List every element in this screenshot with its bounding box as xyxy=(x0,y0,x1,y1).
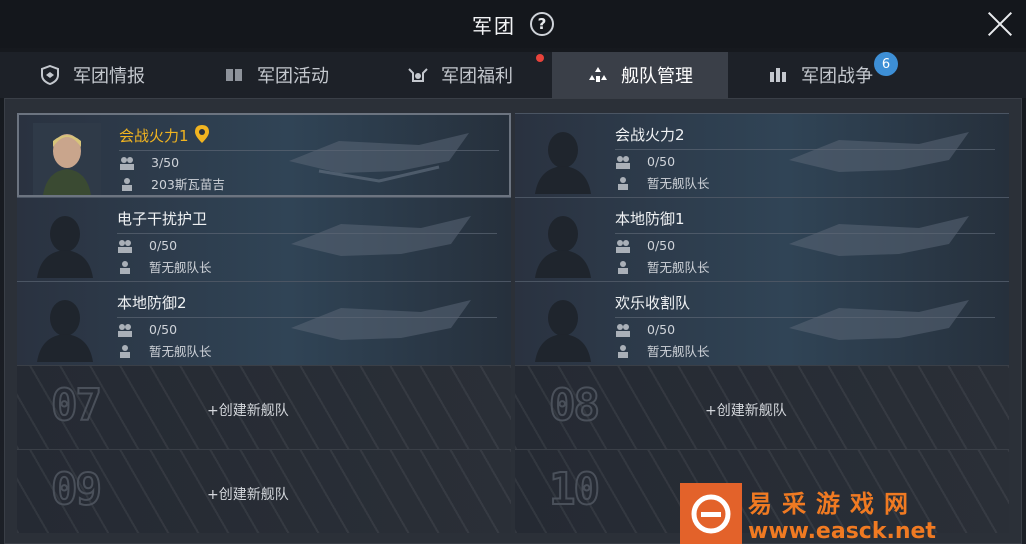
member-count: 0/50 xyxy=(615,154,675,169)
leader-icon xyxy=(122,177,132,191)
avatar-placeholder xyxy=(37,216,93,278)
empty-fleet-slot[interactable]: 08 +创建新舰队 xyxy=(515,365,1009,449)
create-fleet-button[interactable]: +创建新舰队 xyxy=(207,400,289,420)
legion-screen: 军团 ? 军团情报 军团活动 军团福利 舰队管理 军团战争 6 会战火力1 3/… xyxy=(0,0,1026,544)
slot-number: 07 xyxy=(50,379,103,432)
ship-illustration xyxy=(289,133,469,183)
tab-legion-war[interactable]: 军团战争 6 xyxy=(728,52,912,98)
create-fleet-button[interactable]: +创建新舰队 xyxy=(207,484,289,504)
avatar-placeholder xyxy=(535,132,591,194)
title-bar: 军团 ? xyxy=(0,0,1026,48)
watermark-logo-icon xyxy=(680,483,742,544)
fleet-name: 会战火力1 xyxy=(119,127,189,145)
fleet-name: 电子干扰护卫 xyxy=(117,210,208,228)
fleet-leader: 暂无舰队长 xyxy=(117,257,212,276)
fleet-panel: 会战火力1 3/50 203斯瓦苗吉 会战火力2 0/50 暂无舰队长 电子干扰… xyxy=(4,98,1022,544)
fleet-leader: 暂无舰队长 xyxy=(615,257,710,276)
gift-icon xyxy=(407,65,429,85)
tab-label: 军团情报 xyxy=(73,66,145,87)
help-button[interactable]: ? xyxy=(530,12,554,36)
ship-illustration xyxy=(291,216,471,256)
tab-bar: 军团情报 军团活动 军团福利 舰队管理 军团战争 6 xyxy=(0,52,1026,98)
fleet-card[interactable]: 欢乐收割队 0/50 暂无舰队长 xyxy=(515,281,1009,365)
leader-icon xyxy=(120,260,130,274)
watermark: 易采游戏网 www.easck.net xyxy=(680,483,1026,544)
divider xyxy=(615,149,995,150)
tab-fleet-management[interactable]: 舰队管理 xyxy=(552,52,728,98)
notification-dot xyxy=(536,54,544,62)
leader-icon xyxy=(618,344,628,358)
avatar-placeholder xyxy=(37,300,93,362)
fleet-name: 本地防御1 xyxy=(615,210,685,228)
tab-label: 军团福利 xyxy=(441,66,513,87)
tab-legion-activity[interactable]: 军团活动 xyxy=(184,52,368,98)
members-icon xyxy=(616,155,630,169)
member-count: 3/50 xyxy=(119,155,179,170)
fleet-name: 会战火力2 xyxy=(615,126,685,144)
members-icon xyxy=(616,323,630,337)
member-count: 0/50 xyxy=(117,238,177,253)
fleet-card[interactable]: 会战火力2 0/50 暂无舰队长 xyxy=(515,113,1009,197)
war-icon xyxy=(767,65,789,85)
count-badge: 6 xyxy=(874,52,898,76)
avatar xyxy=(33,123,101,195)
fleet-name: 欢乐收割队 xyxy=(615,294,691,312)
divider xyxy=(615,317,995,318)
empty-fleet-slot[interactable]: 09 +创建新舰队 xyxy=(17,449,511,533)
members-icon xyxy=(616,239,630,253)
ship-illustration xyxy=(291,300,471,340)
book-icon xyxy=(223,65,245,85)
empty-fleet-slot[interactable]: 07 +创建新舰队 xyxy=(17,365,511,449)
fleet-leader: 暂无舰队长 xyxy=(117,341,212,360)
fleet-leader: 暂无舰队长 xyxy=(615,341,710,360)
member-count: 0/50 xyxy=(615,238,675,253)
ship-illustration xyxy=(789,132,969,172)
slot-number: 09 xyxy=(50,463,103,516)
tab-legion-intel[interactable]: 军团情报 xyxy=(0,52,184,98)
fleet-name: 本地防御2 xyxy=(117,294,187,312)
fleet-grid: 会战火力1 3/50 203斯瓦苗吉 会战火力2 0/50 暂无舰队长 电子干扰… xyxy=(17,113,1009,533)
leader-icon xyxy=(618,176,628,190)
slot-number: 10 xyxy=(548,463,601,516)
page-title: 军团 xyxy=(472,13,516,38)
fleet-card[interactable]: 电子干扰护卫 0/50 暂无舰队长 xyxy=(17,197,511,281)
members-icon xyxy=(118,239,132,253)
tab-label: 舰队管理 xyxy=(621,66,693,87)
watermark-cn: 易采游戏网 xyxy=(748,489,918,518)
tab-label: 军团活动 xyxy=(257,66,329,87)
leader-icon xyxy=(120,344,130,358)
tab-label: 军团战争 xyxy=(801,66,873,87)
divider xyxy=(615,233,995,234)
watermark-text: 易采游戏网 www.easck.net xyxy=(748,484,936,544)
fleet-card[interactable]: 会战火力1 3/50 203斯瓦苗吉 xyxy=(17,113,511,197)
watermark-url: www.easck.net xyxy=(748,518,936,544)
tab-legion-welfare[interactable]: 军团福利 xyxy=(368,52,552,98)
map-pin-icon xyxy=(195,125,209,143)
members-icon xyxy=(118,323,132,337)
divider xyxy=(117,317,497,318)
ship-illustration xyxy=(789,300,969,340)
leader-icon xyxy=(618,260,628,274)
divider xyxy=(119,150,499,151)
avatar-placeholder xyxy=(535,216,591,278)
create-fleet-button[interactable]: +创建新舰队 xyxy=(705,400,787,420)
close-icon[interactable] xyxy=(984,8,1016,40)
fleet-icon xyxy=(587,65,609,85)
members-icon xyxy=(120,156,134,170)
fleet-card[interactable]: 本地防御2 0/50 暂无舰队长 xyxy=(17,281,511,365)
avatar-placeholder xyxy=(535,300,591,362)
fleet-leader: 暂无舰队长 xyxy=(615,173,710,192)
divider xyxy=(117,233,497,234)
ship-illustration xyxy=(789,216,969,256)
member-count: 0/50 xyxy=(615,322,675,337)
slot-number: 08 xyxy=(548,379,601,432)
fleet-card[interactable]: 本地防御1 0/50 暂无舰队长 xyxy=(515,197,1009,281)
member-count: 0/50 xyxy=(117,322,177,337)
shield-icon xyxy=(39,65,61,85)
fleet-leader: 203斯瓦苗吉 xyxy=(119,174,225,193)
